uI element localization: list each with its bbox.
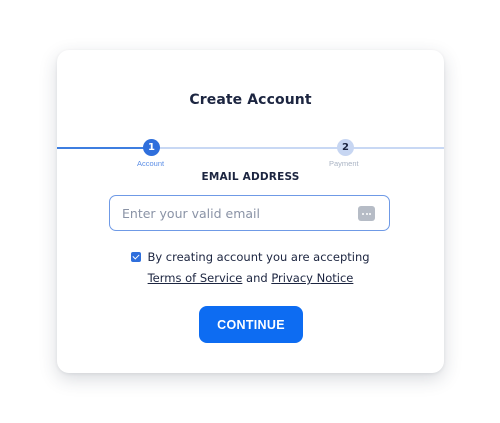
step-payment-indicator: 2 <box>337 139 354 156</box>
stepper-trailing-line <box>344 147 444 149</box>
page: Create Account 1 Account 2 Payment EMAIL… <box>0 0 500 423</box>
consent-line: By creating account you are accepting <box>57 247 444 268</box>
privacy-notice-link[interactable]: Privacy Notice <box>271 271 353 285</box>
email-field-container <box>109 195 390 231</box>
legal-links-connector: and <box>246 271 268 285</box>
step-payment-label: Payment <box>329 159 359 168</box>
password-manager-icon[interactable] <box>358 206 375 221</box>
continue-button[interactable]: CONTINUE <box>199 306 303 343</box>
step-account-indicator: 1 <box>143 139 160 156</box>
legal-links-line: Terms of Service and Privacy Notice <box>57 268 444 289</box>
step-account-label: Account <box>137 159 165 168</box>
consent-text: By creating account you are accepting <box>147 250 370 264</box>
email-address-heading: EMAIL ADDRESS <box>201 171 300 183</box>
email-field[interactable] <box>122 204 347 222</box>
stepper-progress-line <box>57 147 151 149</box>
create-account-card: Create Account 1 Account 2 Payment EMAIL… <box>57 50 444 373</box>
consent-block: By creating account you are accepting Te… <box>57 247 444 289</box>
card-title: Create Account <box>189 92 312 108</box>
stepper-connector-line <box>151 147 344 149</box>
terms-of-service-link[interactable]: Terms of Service <box>148 271 243 285</box>
consent-checkbox[interactable] <box>131 252 142 262</box>
